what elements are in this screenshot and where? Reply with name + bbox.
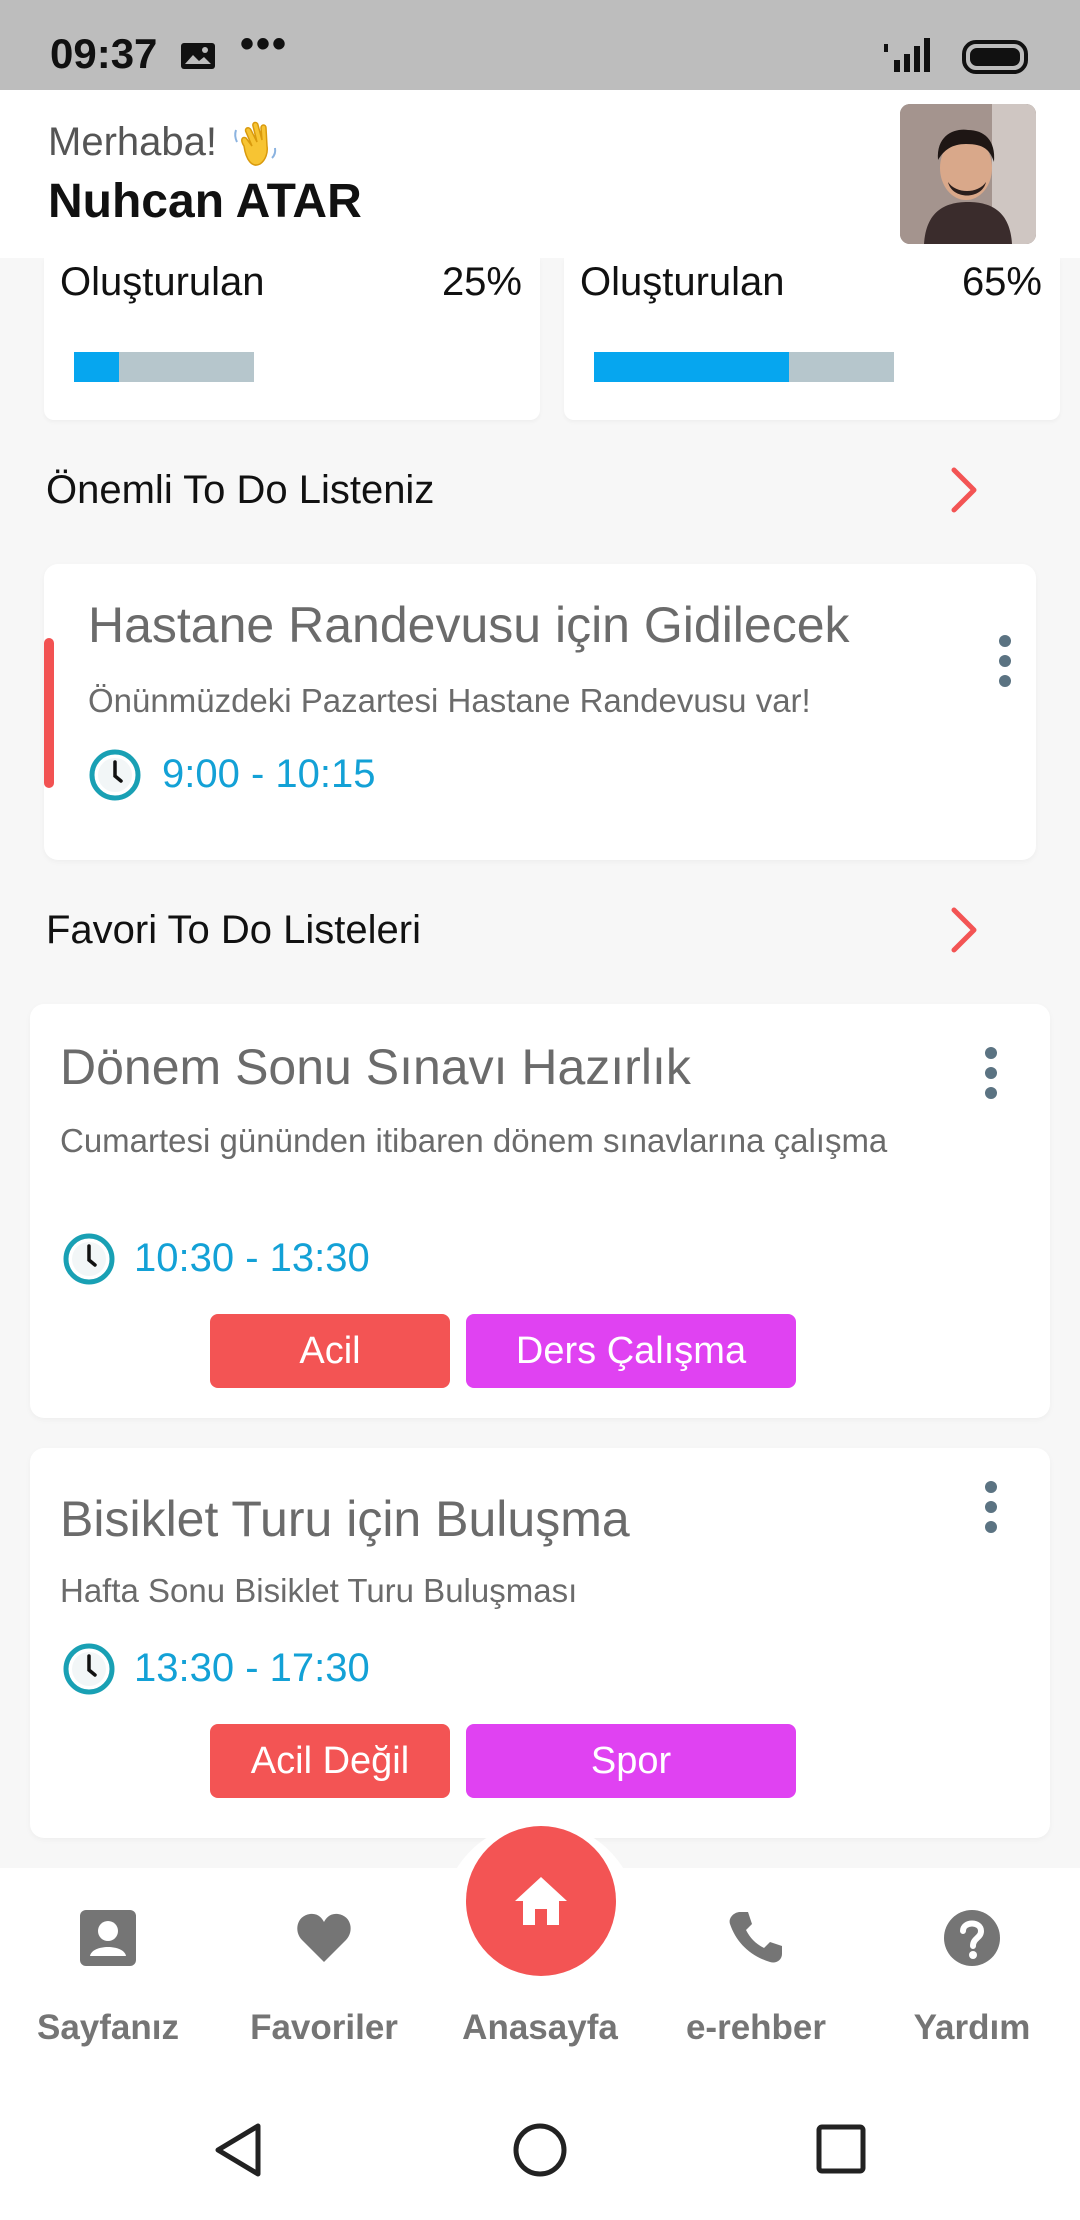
todo-time: 9:00 - 10:15: [162, 752, 376, 796]
home-button[interactable]: [466, 1826, 616, 1976]
tag-category[interactable]: Ders Çalışma: [466, 1314, 796, 1388]
progress-label: Oluşturulan: [60, 260, 265, 304]
chevron-right-icon[interactable]: [944, 466, 984, 514]
todo-description: Önünmüzdeki Pazartesi Hastane Randevusu …: [88, 682, 811, 719]
favorite-todo-card[interactable]: Dönem Sonu Sınavı Hazırlık Cumartesi gün…: [30, 1004, 1050, 1418]
more-vert-icon[interactable]: [984, 1046, 998, 1100]
todo-title: Dönem Sonu Sınavı Hazırlık: [60, 1039, 691, 1095]
nav-item-favoriler[interactable]: Favoriler: [216, 1868, 432, 2068]
battery-icon: [962, 40, 1028, 74]
back-icon[interactable]: [212, 2122, 264, 2178]
favorites-section-title: Favori To Do Listeleri: [46, 908, 421, 952]
tag-priority[interactable]: Acil Değil: [210, 1724, 450, 1798]
todo-description: Cumartesi gününden itibaren dönem sınavl…: [60, 1122, 888, 1159]
nav-item-yardim[interactable]: Yardım: [864, 1868, 1080, 2068]
nav-label: Favoriler: [250, 2008, 398, 2047]
home-icon: [515, 1877, 567, 1925]
progress-label: Oluşturulan: [580, 260, 785, 304]
greeting-text: Merhaba!: [48, 120, 217, 164]
progress-percent: 65%: [961, 260, 1042, 304]
progress-card[interactable]: Oluşturulan 25%: [44, 258, 540, 420]
progress-bar-fill: [74, 352, 119, 382]
nav-item-sayfaniz[interactable]: Sayfanız: [0, 1868, 216, 2068]
status-time: 09:37: [50, 30, 158, 77]
account-box-icon: [80, 1910, 136, 1966]
nav-item-e-rehber[interactable]: e-rehber: [648, 1868, 864, 2068]
signal-icon: [884, 38, 930, 72]
more-vert-icon[interactable]: [984, 1480, 998, 1534]
heart-icon: [297, 1913, 351, 1962]
clock-icon: [63, 1233, 115, 1285]
todo-title: Bisiklet Turu için Buluşma: [60, 1491, 630, 1547]
todo-time: 13:30 - 17:30: [134, 1646, 370, 1690]
chevron-right-icon[interactable]: [944, 906, 984, 954]
priority-indicator: [44, 638, 54, 788]
nav-label: e-rehber: [685, 2008, 827, 2047]
username: Nuhcan ATAR: [48, 175, 362, 228]
todo-time: 10:30 - 13:30: [134, 1236, 370, 1280]
avatar[interactable]: [900, 104, 1036, 244]
nav-label: Yardım: [913, 2008, 1031, 2047]
nav-label: Sayfanız: [37, 2008, 179, 2047]
tag-priority[interactable]: Acil: [210, 1314, 450, 1388]
status-bar: 09:37 •••: [0, 0, 1080, 90]
progress-bar: [594, 352, 894, 382]
help-icon: [944, 1910, 1000, 1966]
app-header: Merhaba! Nuhcan ATAR: [0, 90, 1080, 258]
todo-description: Hafta Sonu Bisiklet Turu Buluşması: [60, 1572, 578, 1609]
progress-percent: 25%: [441, 260, 522, 304]
home-circle-icon[interactable]: [512, 2122, 568, 2178]
progress-card[interactable]: Oluşturulan 65%: [564, 258, 1060, 420]
important-section-title: Önemli To Do Listeniz: [46, 468, 435, 512]
important-todo-card[interactable]: Hastane Randevusu için Gidilecek Önünmüz…: [44, 564, 1036, 860]
tag-category[interactable]: Spor: [466, 1724, 796, 1798]
phone-icon: [729, 1912, 782, 1963]
more-notifications-indicator: •••: [240, 22, 289, 66]
more-vert-icon[interactable]: [998, 634, 1012, 688]
clock-icon: [63, 1643, 115, 1695]
image-notification-icon: [181, 43, 215, 69]
recent-apps-icon[interactable]: [816, 2124, 866, 2174]
favorite-todo-card[interactable]: Bisiklet Turu için Buluşma Hafta Sonu Bi…: [30, 1448, 1050, 1838]
system-navigation-bar: [0, 2068, 1080, 2220]
todo-title: Hastane Randevusu için Gidilecek: [88, 597, 850, 653]
waving-hand-icon: [234, 121, 277, 166]
clock-icon: [89, 749, 141, 801]
progress-bar-fill: [594, 352, 789, 382]
progress-bar: [74, 352, 254, 382]
